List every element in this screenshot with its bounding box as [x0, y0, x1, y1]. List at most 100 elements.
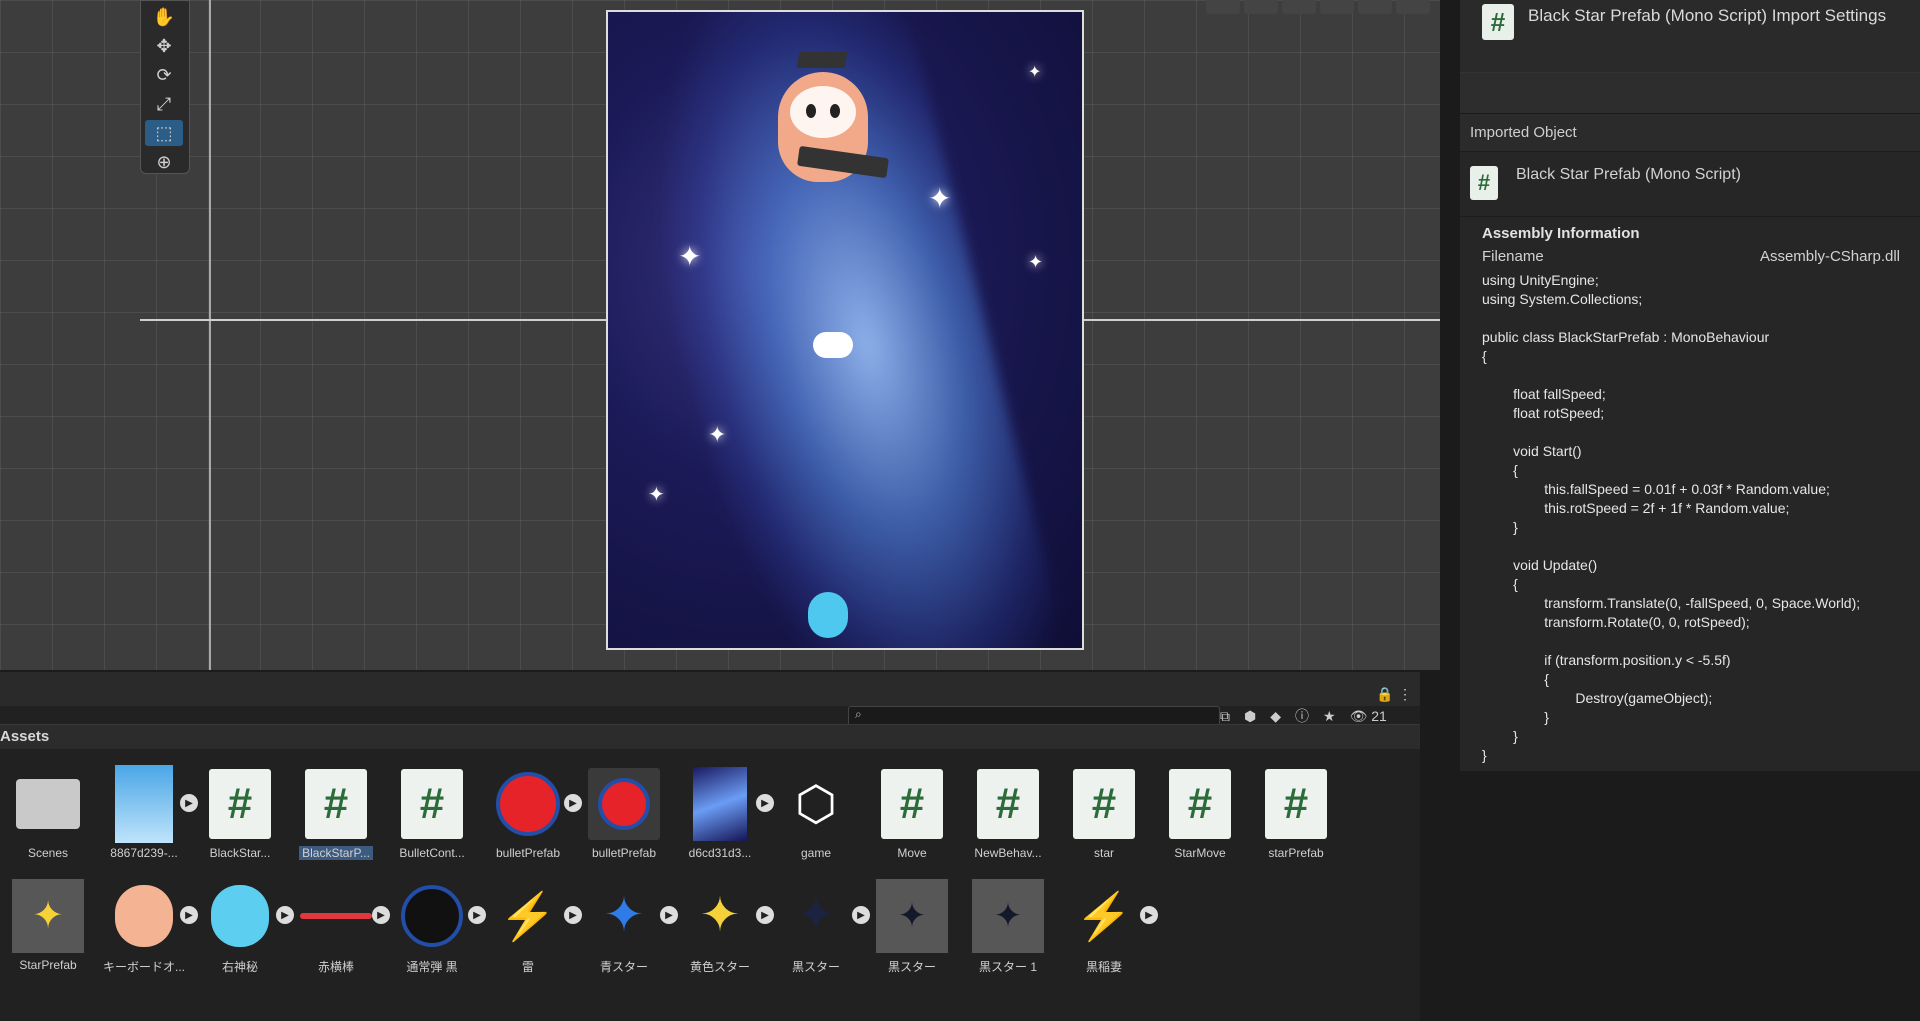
- asset-item[interactable]: ▶ bulletPrefab: [480, 768, 582, 860]
- transform-tool-icon[interactable]: ⊕: [145, 149, 183, 175]
- red-bar-icon: [300, 913, 372, 919]
- script-icon: #: [305, 769, 367, 839]
- asset-item[interactable]: ▶ d6cd31d3...: [672, 767, 774, 860]
- asset-item[interactable]: ▶ 右神秘: [192, 880, 294, 975]
- lock-icon[interactable]: 🔒: [1376, 686, 1393, 703]
- script-icon: #: [1169, 769, 1231, 839]
- project-assets-panel: 🔒 ⋮ ⌕ ⧉ ⬢ ◆ ⓘ ★ 👁 21 Assets Scenes ▶ 8867d…: [0, 672, 1420, 1021]
- expand-play-icon[interactable]: ▶: [276, 906, 294, 924]
- asset-item[interactable]: ✦ ▶ 黒スター: [768, 880, 870, 975]
- asset-item[interactable]: ▶ 通常弾 黒: [384, 880, 486, 975]
- scale-tool-icon[interactable]: ⤢: [145, 91, 183, 117]
- code-line: if (transform.position.y < -5.5f): [1482, 652, 1731, 668]
- scene-toolbar-button[interactable]: [1244, 0, 1278, 14]
- asset-label: StarMove: [1174, 846, 1226, 860]
- asset-item[interactable]: ⬡ game: [768, 768, 864, 860]
- asset-item[interactable]: # BlackStar...: [192, 768, 288, 860]
- expand-play-icon[interactable]: ▶: [1140, 906, 1158, 924]
- code-line: {: [1482, 462, 1518, 478]
- scene-toolbar-button[interactable]: [1206, 0, 1240, 14]
- code-line: using UnityEngine;: [1482, 272, 1599, 288]
- asset-item[interactable]: ▶ 赤横棒: [288, 880, 390, 975]
- move-tool-icon[interactable]: ✥: [145, 33, 183, 59]
- asset-item[interactable]: ✦ ▶ 黄色スター: [672, 880, 774, 975]
- code-line: float rotSpeed;: [1482, 405, 1605, 421]
- code-line: }: [1482, 519, 1518, 535]
- asset-grid-row: Scenes ▶ 8867d239-... # BlackStar... # BlackSt…: [0, 765, 1344, 860]
- asset-label: 雷: [521, 960, 534, 974]
- tag-icon[interactable]: ◆: [1270, 708, 1281, 725]
- asset-item[interactable]: ✦ ▶ 青スター: [576, 880, 678, 975]
- asset-label: 黒稲妻: [1085, 960, 1122, 974]
- scene-toolbar-button[interactable]: [1396, 0, 1430, 14]
- code-line: void Start(): [1482, 443, 1582, 459]
- scene-axis-vertical: [209, 0, 211, 670]
- owl-player-sprite: [768, 52, 889, 192]
- code-line: {: [1482, 348, 1487, 364]
- scene-toolbar-button[interactable]: [1320, 0, 1354, 14]
- rotate-tool-icon[interactable]: ⟳: [145, 62, 183, 88]
- assets-search-input[interactable]: ⌕: [848, 706, 1220, 726]
- kebab-menu-icon[interactable]: ⋮: [1398, 686, 1412, 703]
- sparkle-icon: ✦: [928, 183, 952, 214]
- code-line: transform.Translate(0, -fallSpeed, 0, Sp…: [1482, 595, 1861, 611]
- expand-play-icon[interactable]: ▶: [372, 906, 390, 924]
- asset-item[interactable]: # BlackStarP...: [288, 768, 384, 860]
- asset-label: Move: [897, 846, 927, 860]
- expand-play-icon[interactable]: ▶: [564, 794, 582, 812]
- asset-item[interactable]: # NewBehav...: [960, 768, 1056, 860]
- expand-play-icon[interactable]: ▶: [756, 906, 774, 924]
- asset-item[interactable]: bulletPrefab: [576, 768, 672, 860]
- code-line: {: [1482, 671, 1549, 687]
- asset-label: 黒スター 1: [978, 960, 1037, 974]
- code-line: float fallSpeed;: [1482, 386, 1606, 402]
- asset-item[interactable]: # BulletCont...: [384, 768, 480, 860]
- folder-icon: [16, 779, 80, 829]
- expand-play-icon[interactable]: ▶: [180, 906, 198, 924]
- expand-play-icon[interactable]: ▶: [852, 906, 870, 924]
- owl-sprite-icon: [115, 885, 173, 947]
- scene-toolbar-button[interactable]: [1282, 0, 1316, 14]
- asset-item[interactable]: ✦ 黒スター 1: [960, 879, 1056, 975]
- asset-item[interactable]: # starPrefab: [1248, 768, 1344, 860]
- asset-item[interactable]: # StarMove: [1152, 768, 1248, 860]
- search-by-type-icon[interactable]: ⧉: [1220, 708, 1230, 725]
- assembly-heading: Assembly Information: [1482, 225, 1640, 242]
- imported-object-name: Black Star Prefab (Mono Script): [1516, 166, 1741, 183]
- asset-item[interactable]: ▶ キーボードオ...: [96, 880, 198, 975]
- asset-item[interactable]: ⚡ ▶ 雷: [480, 880, 582, 975]
- inspector-title: Black Star Prefab (Mono Script) Import S…: [1528, 6, 1887, 25]
- asset-item[interactable]: # star: [1056, 768, 1152, 860]
- hand-tool-icon[interactable]: ✋: [145, 4, 183, 30]
- asset-label: NewBehav...: [974, 846, 1042, 860]
- asset-item[interactable]: ▶ 8867d239-...: [96, 765, 198, 860]
- asset-item[interactable]: ⚡ ▶ 黒稲妻: [1056, 880, 1158, 975]
- expand-play-icon[interactable]: ▶: [564, 906, 582, 924]
- asset-label: 通常弾 黒: [406, 960, 458, 974]
- asset-item[interactable]: ✦ 黒スター: [864, 879, 960, 975]
- expand-play-icon[interactable]: ▶: [468, 906, 486, 924]
- assets-breadcrumb[interactable]: Assets: [0, 724, 1420, 749]
- favorite-star-icon[interactable]: ★: [1323, 708, 1336, 725]
- rect-tool-icon[interactable]: ⬚: [145, 120, 183, 146]
- expand-play-icon[interactable]: ▶: [180, 794, 198, 812]
- code-line: this.fallSpeed = 0.01f + 0.03f * Random.…: [1482, 481, 1830, 497]
- hidden-packages-count[interactable]: 👁 21: [1350, 708, 1387, 725]
- scene-view[interactable]: ✋ ✥ ⟳ ⤢ ⬚ ⊕ ✦ ✦ ✦ ✦ ✦ ✦: [0, 0, 1440, 670]
- code-line: using System.Collections;: [1482, 291, 1643, 307]
- asset-item[interactable]: # Move: [864, 768, 960, 860]
- expand-play-icon[interactable]: ▶: [660, 906, 678, 924]
- code-line: this.rotSpeed = 2f + 1f * Random.value;: [1482, 500, 1790, 516]
- search-by-label-icon[interactable]: ⬢: [1244, 708, 1256, 725]
- scene-toolbar-button[interactable]: [1358, 0, 1392, 14]
- asset-label: 赤横棒: [317, 960, 354, 974]
- info-icon[interactable]: ⓘ: [1295, 706, 1309, 726]
- asset-item[interactable]: Scenes: [0, 768, 96, 860]
- asset-item[interactable]: ✦ StarPrefab: [0, 879, 96, 975]
- imported-object-row[interactable]: # Black Star Prefab (Mono Script): [1460, 152, 1920, 217]
- game-canvas[interactable]: ✦ ✦ ✦ ✦ ✦ ✦: [606, 10, 1084, 650]
- expand-play-icon[interactable]: ▶: [756, 794, 774, 812]
- asset-label: 黒スター: [791, 960, 840, 974]
- script-icon: #: [401, 769, 463, 839]
